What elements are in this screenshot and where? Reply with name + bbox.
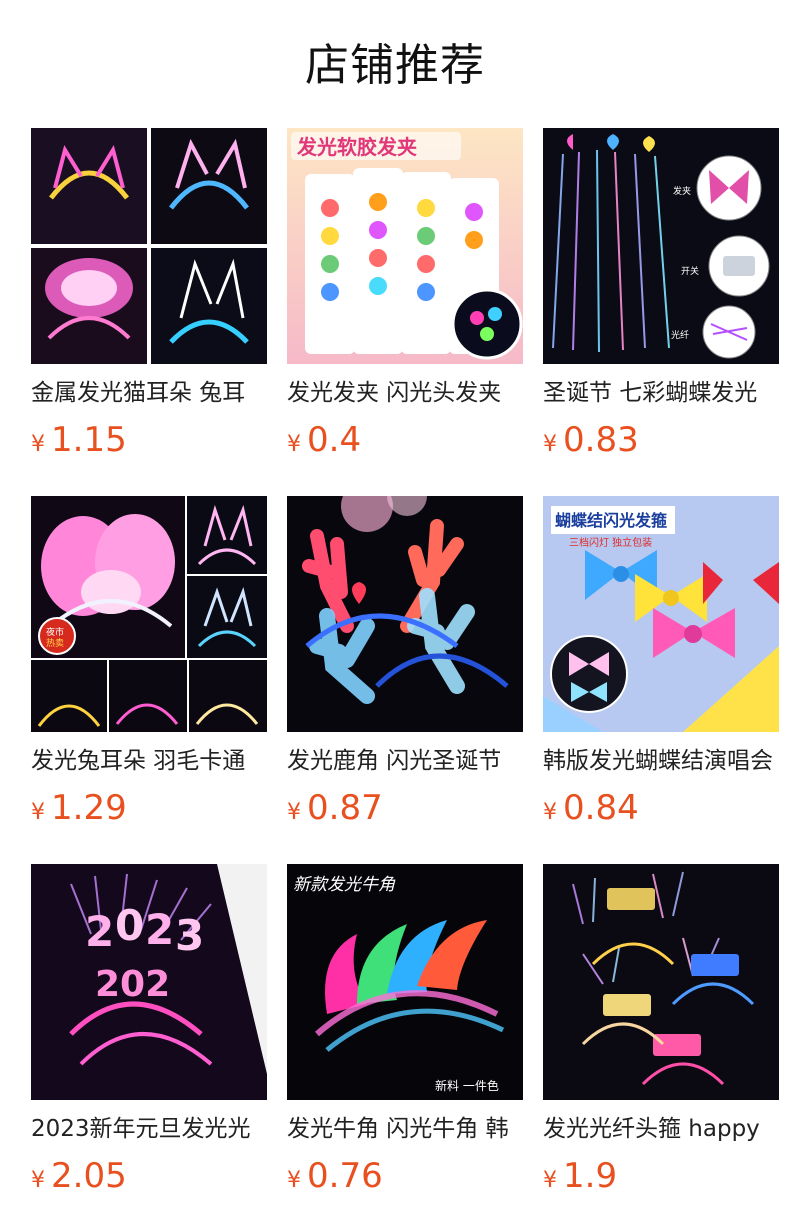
price-value: 1.29 [51,788,127,828]
currency-symbol: ¥ [543,1168,557,1193]
product-card[interactable]: 2 0 2 3 202 2023新年元旦发光光 ¥ 2.05 [31,864,267,1196]
product-card[interactable]: 发光鹿角 闪光圣诞节 ¥ 0.87 [287,496,523,828]
product-image[interactable]: 新款发光牛角 新料 一件色 [287,864,523,1100]
product-price: ¥ 1.9 [543,1156,779,1196]
product-image[interactable]: 夜市 热卖 [31,496,267,732]
image-sublabel: 三档闪灯 独立包装 [569,536,652,549]
callout-label: 开关 [681,265,699,277]
product-price: ¥ 0.4 [287,420,523,460]
svg-text:0: 0 [115,901,144,950]
product-image[interactable]: 发光软胶发夹 [287,128,523,364]
currency-symbol: ¥ [31,800,45,825]
product-card[interactable]: 发夹 开关 光纤 圣诞节 七彩蝴蝶发光 ¥ 0.83 [543,128,779,460]
svg-text:2: 2 [85,907,114,956]
product-name[interactable]: 发光光纤头箍 happy [543,1114,779,1144]
badge-text: 热卖 [46,637,64,649]
product-card[interactable]: 夜市 热卖 发光兔耳朵 羽毛卡通 ¥ 1.29 [31,496,267,828]
price-value: 1.9 [563,1156,618,1196]
product-image[interactable]: 2 0 2 3 202 [31,864,267,1100]
product-price: ¥ 2.05 [31,1156,267,1196]
price-value: 0.83 [563,420,639,460]
product-name[interactable]: 发光兔耳朵 羽毛卡通 [31,746,267,776]
currency-symbol: ¥ [287,432,301,457]
image-label: 发光软胶发夹 [296,135,417,159]
svg-text:202: 202 [95,964,170,1005]
product-card[interactable]: 新款发光牛角 新料 一件色 发光牛角 闪光牛角 韩 ¥ 0.76 [287,864,523,1196]
badge-text: 夜市 [46,626,64,638]
price-value: 1.15 [51,420,127,460]
product-card[interactable]: 金属发光猫耳朵 兔耳 ¥ 1.15 [31,128,267,460]
product-name[interactable]: 金属发光猫耳朵 兔耳 [31,378,267,408]
product-image[interactable] [287,496,523,732]
product-image[interactable] [543,864,779,1100]
page-title: 店铺推荐 [305,40,485,91]
callout-label: 发夹 [673,185,691,197]
image-label: 蝴蝶结闪光发箍 [555,511,667,530]
price-value: 2.05 [51,1156,127,1196]
product-image[interactable]: 发夹 开关 光纤 [543,128,779,364]
product-price: ¥ 0.87 [287,788,523,828]
product-price: ¥ 0.83 [543,420,779,460]
currency-symbol: ¥ [287,1168,301,1193]
product-name[interactable]: 发光鹿角 闪光圣诞节 [287,746,523,776]
product-name[interactable]: 2023新年元旦发光光 [31,1114,267,1144]
product-price: ¥ 1.29 [31,788,267,828]
currency-symbol: ¥ [287,800,301,825]
product-name[interactable]: 发光发夹 闪光头发夹 [287,378,523,408]
price-value: 0.4 [307,420,362,460]
product-image[interactable] [31,128,267,364]
svg-text:2: 2 [145,905,174,954]
product-price: ¥ 0.84 [543,788,779,828]
image-label: 新款发光牛角 [293,875,396,895]
svg-text:3: 3 [175,911,204,960]
product-card[interactable]: 发光软胶发夹 发光发夹 闪光头发夹 ¥ 0.4 [287,128,523,460]
currency-symbol: ¥ [543,800,557,825]
product-card[interactable]: 蝴蝶结闪光发箍 三档闪灯 独立包装 韩版发光蝴蝶结演唱会 ¥ 0.84 [543,496,779,828]
image-sublabel: 新料 一件色 [435,1078,499,1093]
price-value: 0.84 [563,788,639,828]
currency-symbol: ¥ [31,432,45,457]
product-name[interactable]: 圣诞节 七彩蝴蝶发光 [543,378,779,408]
product-price: ¥ 0.76 [287,1156,523,1196]
product-image[interactable]: 蝴蝶结闪光发箍 三档闪灯 独立包装 [543,496,779,732]
currency-symbol: ¥ [543,432,557,457]
product-price: ¥ 1.15 [31,420,267,460]
price-value: 0.87 [307,788,383,828]
product-card[interactable]: 发光光纤头箍 happy ¥ 1.9 [543,864,779,1196]
price-value: 0.76 [307,1156,383,1196]
product-name[interactable]: 韩版发光蝴蝶结演唱会 [543,746,779,776]
currency-symbol: ¥ [31,1168,45,1193]
product-name[interactable]: 发光牛角 闪光牛角 韩 [287,1114,523,1144]
callout-label: 光纤 [671,329,689,341]
